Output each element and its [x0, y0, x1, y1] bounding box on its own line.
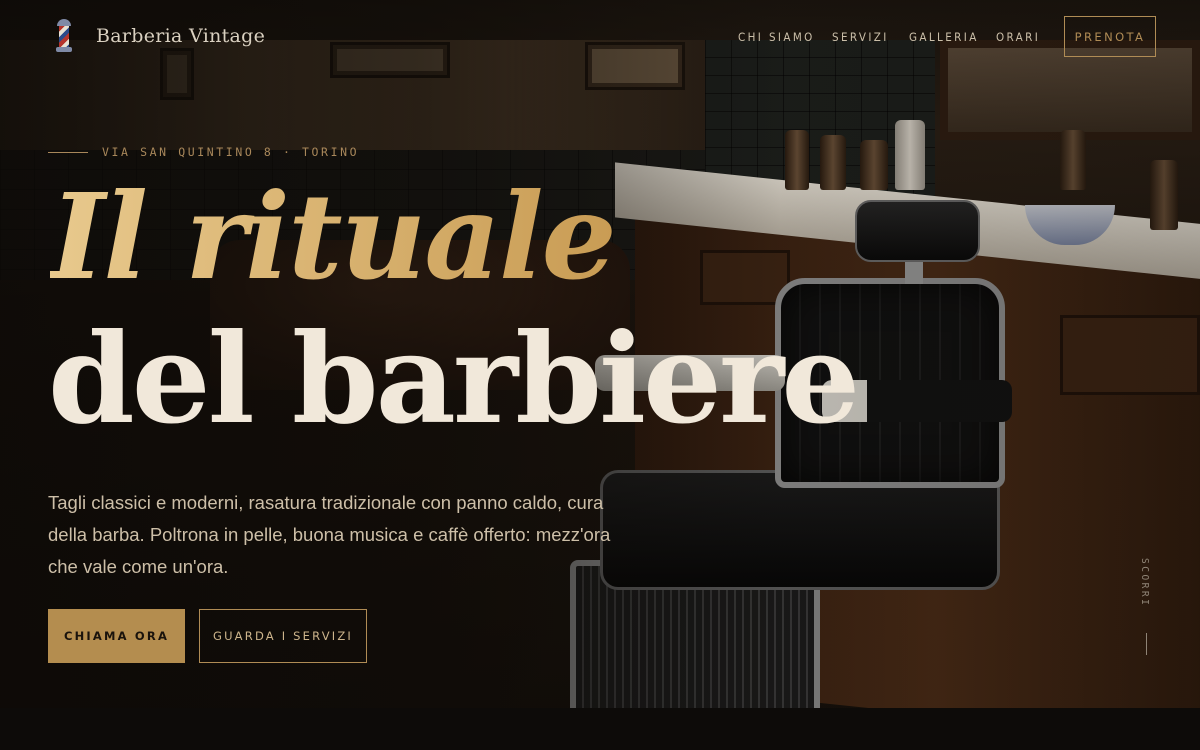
hero-description: Tagli classici e moderni, rasatura tradi…	[48, 492, 611, 577]
eyebrow-divider	[48, 151, 88, 153]
nav-link-orari[interactable]: ORARI	[996, 30, 1040, 44]
book-button[interactable]: PRENOTA	[1064, 16, 1156, 57]
nav-link-galleria[interactable]: GALLERIA	[909, 30, 979, 44]
hero-title-line-1: Il rituale	[50, 167, 617, 306]
call-now-button[interactable]: CHIAMA ORA	[48, 609, 185, 663]
site-header: Barberia Vintage CHI SIAMO SERVIZI GALLE…	[0, 0, 1200, 75]
nav-link-chi-siamo[interactable]: CHI SIAMO	[738, 30, 815, 44]
bottom-band	[0, 708, 1200, 750]
scroll-indicator[interactable]: SCORRI	[1139, 558, 1155, 658]
scroll-line	[1146, 633, 1147, 655]
brand-name: Barberia Vintage	[96, 25, 266, 47]
address-text: VIA SAN QUINTINO 8 · TORINO	[102, 145, 360, 159]
hero-title-line-2: del barbiere	[48, 307, 860, 452]
nav-link-servizi[interactable]: SERVIZI	[832, 30, 889, 44]
scroll-label: SCORRI	[1139, 558, 1150, 608]
hero-eyebrow: VIA SAN QUINTINO 8 · TORINO	[48, 145, 359, 159]
brand-logo-link[interactable]: Barberia Vintage	[48, 18, 265, 54]
view-services-button[interactable]: GUARDA I SERVIZI	[199, 609, 367, 663]
barber-pole-icon	[48, 18, 80, 54]
